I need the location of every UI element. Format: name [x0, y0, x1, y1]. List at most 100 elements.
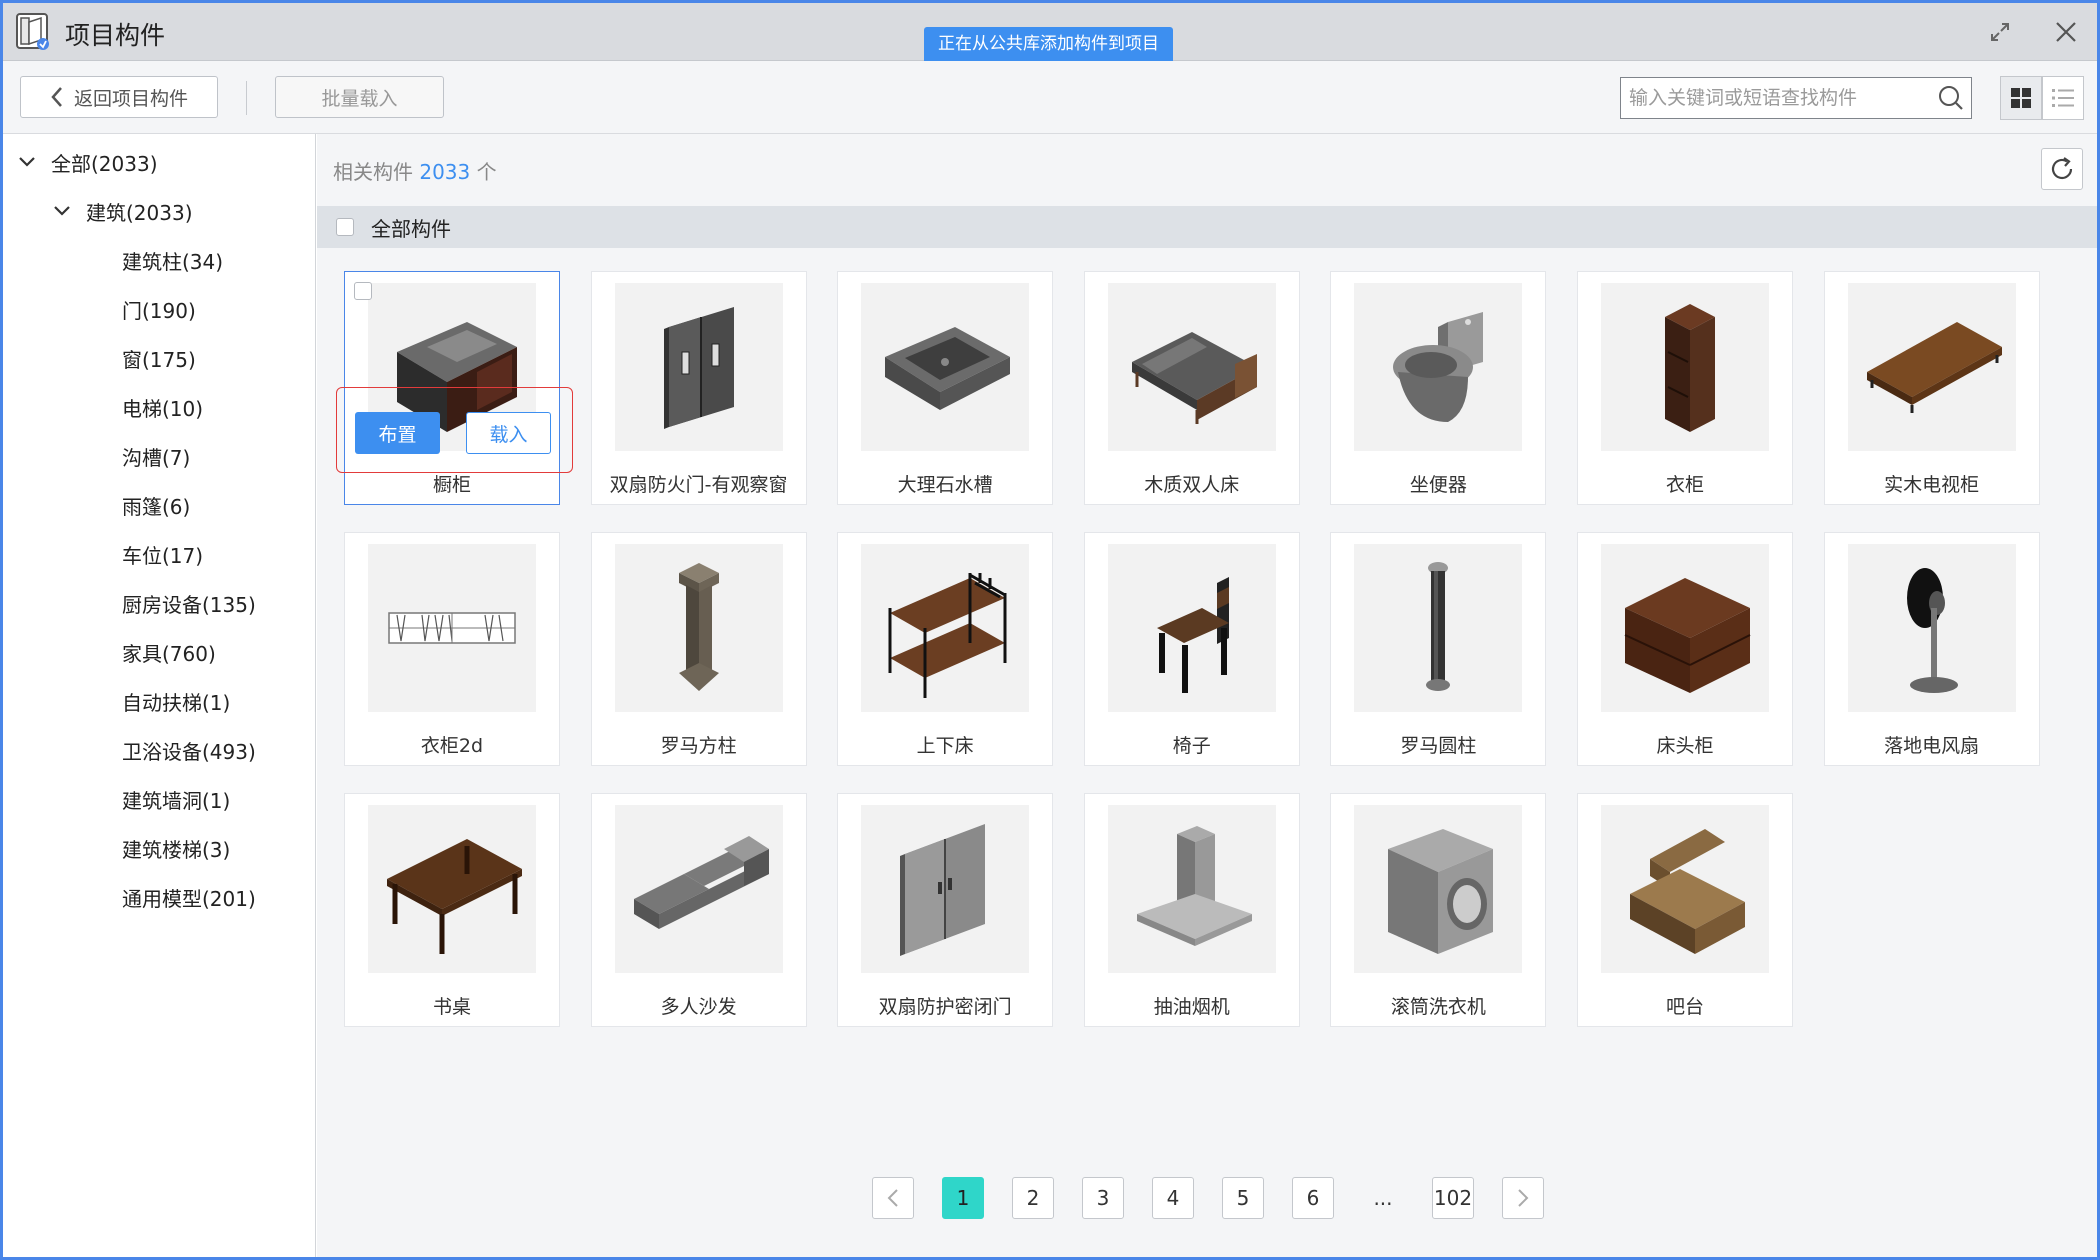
tree-item-label: 建筑墙洞(1)	[122, 788, 231, 813]
page-button[interactable]: 5	[1222, 1177, 1264, 1219]
chevron-left-icon	[51, 87, 62, 107]
tree-item-category[interactable]: 通用模型(201)	[122, 879, 256, 915]
fire-door-icon	[663, 307, 734, 429]
component-card[interactable]: 罗马圆柱	[1330, 532, 1547, 766]
search-input[interactable]	[1621, 79, 1931, 117]
component-name: 罗马方柱	[660, 735, 737, 757]
search-icon[interactable]	[1931, 78, 1971, 118]
expand-icon	[1991, 23, 2009, 41]
close-button[interactable]	[2049, 15, 2083, 49]
tv-cabinet-icon	[1866, 322, 2002, 413]
batch-load-button[interactable]: 批量载入	[275, 76, 444, 118]
tree-item-category[interactable]: 建筑柱(34)	[122, 242, 223, 278]
wardrobe-icon	[1665, 304, 1715, 432]
component-card[interactable]: 床头柜	[1577, 532, 1793, 766]
page-button[interactable]: 4	[1152, 1177, 1194, 1219]
component-thumbnail	[861, 283, 1030, 451]
component-card[interactable]: 衣柜2d	[344, 532, 560, 766]
close-icon	[2056, 22, 2076, 42]
select-all-label: 全部构件	[371, 216, 451, 241]
toilet-icon	[1393, 312, 1484, 422]
component-card[interactable]: 坐便器	[1330, 271, 1547, 505]
component-card[interactable]: 落地电风扇	[1823, 532, 2040, 766]
tree-item-category[interactable]: 自动扶梯(1)	[122, 683, 230, 719]
component-card[interactable]: 上下床	[837, 532, 1054, 766]
tree-item-label: 建筑(2033)	[86, 200, 193, 225]
component-card[interactable]: 橱柜 布置 载入	[336, 271, 573, 505]
tree-item-category[interactable]: 建筑楼梯(3)	[122, 830, 230, 866]
tree-item-category[interactable]: 厨房设备(135)	[122, 585, 256, 621]
range-hood-icon	[1136, 826, 1252, 946]
component-thumbnail	[368, 805, 536, 973]
toolbar: 返回项目构件 批量载入	[3, 61, 2097, 134]
tree-item-category[interactable]: 建筑墙洞(1)	[122, 781, 230, 817]
back-to-project-button[interactable]: 返回项目构件	[20, 76, 218, 118]
tree-item-category[interactable]: 门(190)	[122, 291, 196, 327]
tree-item-all[interactable]: 全部(2033)	[17, 144, 158, 180]
tree-item-category[interactable]: 卫浴设备(493)	[122, 732, 256, 768]
component-card[interactable]: 抽油烟机	[1083, 793, 1300, 1027]
component-card[interactable]: 吧台	[1577, 793, 1793, 1027]
component-card[interactable]: 椅子	[1083, 532, 1300, 766]
component-card[interactable]: 罗马方柱	[590, 532, 807, 766]
page-button[interactable]: 6	[1292, 1177, 1334, 1219]
tree-item-category[interactable]: 窗(175)	[122, 340, 196, 376]
component-thumbnail	[1107, 805, 1276, 973]
refresh-icon	[2051, 157, 2073, 180]
component-card[interactable]: 大理石水槽	[837, 271, 1054, 505]
component-thumbnail	[1847, 283, 2016, 451]
component-thumbnail	[1601, 283, 1769, 451]
card-action-group: 布置 载入	[336, 387, 573, 473]
page-button[interactable]: 1	[942, 1177, 984, 1219]
select-all-checkbox[interactable]	[336, 218, 354, 236]
marble-sink-icon	[885, 327, 1011, 410]
component-card[interactable]: 滚筒洗衣机	[1330, 793, 1547, 1027]
component-name: 大理石水槽	[897, 474, 993, 496]
desk-icon	[387, 839, 522, 954]
component-thumbnail	[1354, 805, 1523, 973]
component-name: 椅子	[1172, 735, 1211, 757]
tree-item-label: 自动扶梯(1)	[122, 690, 231, 715]
next-page-button[interactable]	[1502, 1177, 1544, 1219]
component-name: 双扇防护密闭门	[878, 996, 1012, 1018]
tree-item-architecture[interactable]: 建筑(2033)	[52, 193, 193, 229]
component-name: 双扇防火门-有观察窗	[609, 474, 788, 496]
component-card[interactable]: 实木电视柜	[1823, 271, 2040, 505]
window-title: 项目构件	[65, 21, 166, 50]
component-card[interactable]: 双扇防护密闭门	[837, 793, 1054, 1027]
component-card[interactable]: 木质双人床	[1083, 271, 1300, 505]
list-view-button[interactable]	[2042, 76, 2084, 120]
page-button[interactable]: 2	[1012, 1177, 1054, 1219]
chair-icon	[1156, 577, 1229, 693]
tree-item-category[interactable]: 沟槽(7)	[122, 438, 190, 474]
component-card[interactable]: 衣柜	[1577, 271, 1793, 505]
component-name: 衣柜2d	[420, 735, 484, 757]
chevron-down-icon[interactable]	[17, 152, 37, 172]
component-name: 罗马圆柱	[1400, 735, 1477, 757]
place-button[interactable]: 布置	[355, 412, 440, 454]
load-button[interactable]: 载入	[466, 412, 551, 454]
refresh-button[interactable]	[2041, 148, 2083, 190]
component-name: 上下床	[916, 735, 974, 757]
component-card[interactable]: 多人沙发	[590, 793, 807, 1027]
grid-view-button[interactable]	[2000, 76, 2042, 120]
component-name: 多人沙发	[660, 996, 737, 1018]
component-thumbnail	[861, 544, 1030, 712]
component-thumbnail	[1107, 544, 1276, 712]
tree-item-category[interactable]: 电梯(10)	[122, 389, 203, 425]
maximize-button[interactable]	[1983, 15, 2017, 49]
tree-item-category[interactable]: 车位(17)	[122, 536, 203, 572]
tree-item-category[interactable]: 雨篷(6)	[122, 487, 190, 523]
tree-item-category[interactable]: 家具(760)	[122, 634, 216, 670]
page-button[interactable]: 102	[1432, 1177, 1474, 1219]
component-thumbnail	[1354, 283, 1523, 451]
page-button[interactable]: 3	[1082, 1177, 1124, 1219]
component-checkbox[interactable]	[354, 282, 372, 300]
chevron-down-icon[interactable]	[52, 201, 72, 221]
related-count: 相关构件 2033 个	[333, 160, 497, 184]
component-card[interactable]: 双扇防火门-有观察窗	[590, 271, 807, 505]
back-button-label: 返回项目构件	[73, 87, 188, 110]
prev-page-button[interactable]	[872, 1177, 914, 1219]
tree-item-label: 雨篷(6)	[122, 494, 191, 519]
component-card[interactable]: 书桌	[344, 793, 560, 1027]
